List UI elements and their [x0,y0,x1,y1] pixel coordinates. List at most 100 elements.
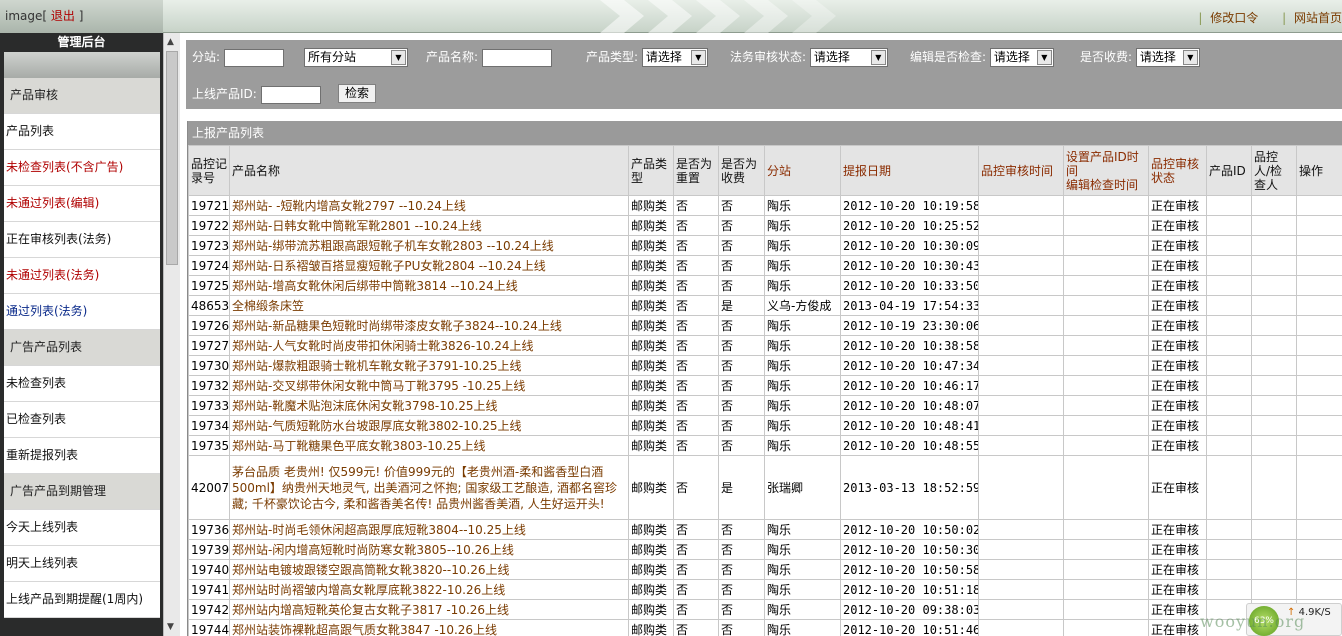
product-name-cell[interactable]: 郑州站-新品糖果色短靴时尚绑带漆皮女靴子3824--10.24上线 [229,315,629,336]
is-charged-cell: 否 [718,579,765,600]
branch-cell: 陶乐 [764,235,841,256]
submit-date-cell: 2012-10-20 10:50:30 [840,539,979,560]
sidebar-item[interactable]: 已检查列表 [4,402,160,438]
col-header-is-reset: 是否为重置 [673,145,719,196]
scroll-thumb[interactable] [166,51,178,265]
is-reset-cell: 否 [673,415,719,436]
is-charged-cell: 否 [718,435,765,456]
sidebar-item[interactable]: 上线产品到期提醒(1周内) [4,582,160,618]
product-name-cell[interactable]: 郑州站-马丁靴糖果色平底女靴3803-10.25上线 [229,435,629,456]
col-header-set-id-time[interactable]: 设置产品ID时间 编辑检查时间 [1063,145,1149,196]
qc-time-cell [978,415,1064,436]
qc-person-cell [1251,435,1297,456]
sidebar-item[interactable]: 通过列表(法务) [4,294,160,330]
qc-person-cell [1251,335,1297,356]
table-row: 19734 郑州站-气质短靴防水台坡跟厚底女靴3802-10.25上线 邮购类否否陶… [188,415,1342,436]
charged-select[interactable]: 请选择 ▼ [1135,48,1200,67]
product-id-cell [1206,375,1252,396]
product-id-cell [1206,235,1252,256]
product-name-cell[interactable]: 郑州站- -短靴内增高女靴2797 --10.24上线 [229,195,629,216]
is-reset-cell: 否 [673,335,719,356]
product-name-cell[interactable]: 全棉缎条床笠 [229,295,629,316]
sidebar-item[interactable]: 产品列表 [4,114,160,150]
is-reset-cell: 否 [673,355,719,376]
editor-check-select-value: 请选择 [993,50,1030,64]
branch-cell: 陶乐 [764,275,841,296]
product-name-cell[interactable]: 茅台品质 老贵州! 仅599元! 价值999元的【老贵州酒-柔和酱香型白酒500… [229,455,629,520]
qc-status-cell: 正在审核 [1148,455,1207,520]
sidebar-item[interactable]: 未检查列表(不含广告) [4,150,160,186]
product-type-select[interactable]: 请选择 ▼ [641,48,708,67]
record-id-cell: 19724 [188,255,230,276]
actions-cell [1296,235,1342,256]
branch-input[interactable] [223,48,284,67]
qc-time-cell [978,335,1064,356]
product-name-cell[interactable]: 郑州站-靴魔术贴泡沫底休闲女靴3798-10.25上线 [229,395,629,416]
table-row: 19735 郑州站-马丁靴糖果色平底女靴3803-10.25上线 邮购类否否陶乐 20… [188,435,1342,456]
product-name-cell[interactable]: 郑州站-闲内增高短靴时尚防寒女靴3805--10.26上线 [229,539,629,560]
user-area: image[ 退出 ] [0,0,163,33]
col-header-branch[interactable]: 分站 [764,145,841,196]
qc-status-cell: 正在审核 [1148,195,1207,216]
editor-check-select[interactable]: 请选择 ▼ [989,48,1054,67]
separator: | [1198,11,1203,25]
logout-link[interactable]: 退出 [51,9,75,23]
product-id-cell [1206,295,1252,316]
product-name-cell[interactable]: 郑州站时尚褶皱内增高女靴厚底靴3822-10.26上线 [229,579,629,600]
product-name-cell[interactable]: 郑州站电镀坡跟镂空跟高筒靴女靴3820--10.26上线 [229,559,629,580]
branch-select[interactable]: 所有分站 ▼ [304,48,408,67]
branch-cell: 陶乐 [764,519,841,540]
online-id-input[interactable] [260,85,321,104]
qc-person-cell [1251,355,1297,376]
actions-cell [1296,215,1342,236]
qc-person-cell [1251,455,1297,520]
sidebar-item[interactable]: 重新提报列表 [4,438,160,474]
product-id-cell [1206,335,1252,356]
scroll-down-icon[interactable]: ▼ [167,622,174,632]
product-name-cell[interactable]: 郑州站-时尚毛领休闲超高跟厚底短靴3804--10.25上线 [229,519,629,540]
record-id-cell: 48653 [188,295,230,316]
record-id-cell: 19730 [188,355,230,376]
product-name-cell[interactable]: 郑州站-日韩女靴中筒靴军靴2801 --10.24上线 [229,215,629,236]
search-button[interactable]: 检索 [338,84,377,103]
change-password-link[interactable]: 修改口令 [1210,11,1258,25]
scroll-up-icon[interactable]: ▲ [167,37,174,47]
product-name-cell[interactable]: 郑州站-增高女靴休闲后绑带中筒靴3814 --10.24上线 [229,275,629,296]
is-charged-cell: 否 [718,355,765,376]
qc-person-cell [1251,295,1297,316]
col-header-is-charged: 是否为收费 [718,145,765,196]
is-charged-cell: 否 [718,395,765,416]
set-id-time-cell [1063,519,1149,540]
legal-status-select[interactable]: 请选择 ▼ [809,48,888,67]
qc-time-cell [978,355,1064,376]
submit-date-cell: 2012-10-20 10:38:58 [840,335,979,356]
col-header-qc-time[interactable]: 品控审核时间 [978,145,1064,196]
sidebar-item[interactable]: 未通过列表(编辑) [4,186,160,222]
sidebar-item[interactable]: 未通过列表(法务) [4,258,160,294]
product-name-cell[interactable]: 郑州站-爆款粗跟骑士靴机车靴女靴子3791-10.25上线 [229,355,629,376]
product-name-cell[interactable]: 郑州站-气质短靴防水台坡跟厚底女靴3802-10.25上线 [229,415,629,436]
site-home-link[interactable]: 网站首页 [1294,11,1342,25]
sidebar-item[interactable]: 今天上线列表 [4,510,160,546]
product-name-input[interactable] [481,48,552,67]
sidebar-item[interactable]: 正在审核列表(法务) [4,222,160,258]
col-header-qc-status[interactable]: 品控审核状态 [1148,145,1207,196]
product-name-cell[interactable]: 郑州站-交叉绑带休闲女靴中筒马丁靴3795 -10.25上线 [229,375,629,396]
branch-cell: 陶乐 [764,415,841,436]
set-id-time-cell [1063,315,1149,336]
col-header-submit-date[interactable]: 提报日期 [840,145,979,196]
legal-status-label: 法务审核状态: [730,50,807,64]
product-type-cell: 邮购类 [628,355,674,376]
product-name-cell[interactable]: 郑州站-人气女靴时尚皮带扣休闲骑士靴3826-10.24上线 [229,335,629,356]
sidebar-scrollbar[interactable]: ▲ ▼ [163,33,180,636]
record-id-cell: 19736 [188,519,230,540]
product-name-cell[interactable]: 郑州站内增高短靴英伦复古女靴子3817 -10.26上线 [229,599,629,620]
sidebar-item[interactable]: 明天上线列表 [4,546,160,582]
product-name-cell[interactable]: 郑州站装饰裸靴超高跟气质女靴3847 -10.26上线 [229,619,629,636]
watermark: wooyun.org [1200,612,1306,631]
charged-label: 是否收费: [1080,50,1133,64]
product-name-cell[interactable]: 郑州站-绑带流苏粗跟高跟短靴子机车女靴2803 --10.24上线 [229,235,629,256]
top-links: | 修改口令 | 网站首页 [1194,9,1342,26]
product-name-cell[interactable]: 郑州站-日系褶皱百搭显瘦短靴子PU女靴2804 --10.24上线 [229,255,629,276]
sidebar-item[interactable]: 未检查列表 [4,366,160,402]
